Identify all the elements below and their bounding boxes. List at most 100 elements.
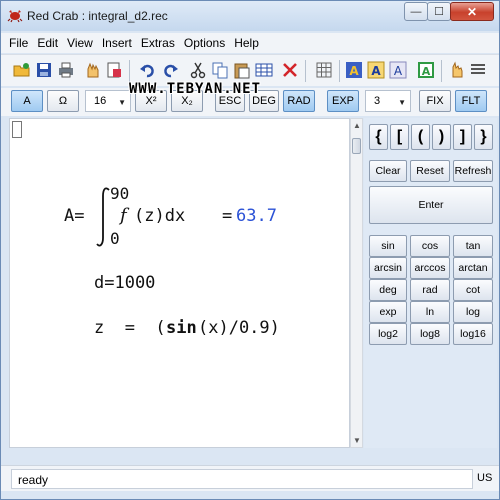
svg-text:A: A [371, 64, 381, 78]
toolbar-separator [339, 60, 340, 82]
fn-log2-button[interactable]: log2 [369, 323, 407, 345]
integral-sign [96, 187, 110, 247]
rad-button[interactable]: RAD [283, 90, 315, 112]
brace-close-button[interactable]: } [474, 124, 493, 150]
status-text: ready [11, 469, 473, 489]
menu-extras[interactable]: Extras [141, 36, 175, 50]
minimize-button[interactable]: — [404, 2, 428, 21]
fn-log16-button[interactable]: log16 [453, 323, 493, 345]
fn-arctan-button[interactable]: arctan [453, 257, 493, 279]
red-crab-app-icon [7, 10, 23, 23]
font-size-value: 16 [94, 95, 107, 107]
menu-help[interactable]: Help [234, 36, 259, 50]
text-mode-button[interactable]: A [11, 90, 43, 112]
z-assignment-end: (x)/0.9) [198, 318, 280, 338]
svg-text:A: A [349, 64, 359, 78]
font-size-select[interactable]: 16 ▼ [85, 90, 131, 112]
close-button[interactable]: ✕ [450, 2, 494, 21]
save-icon[interactable] [35, 61, 53, 79]
status-bar: ready US [1, 465, 499, 491]
scroll-down-icon[interactable]: ▼ [353, 436, 361, 445]
print-icon[interactable] [57, 61, 75, 79]
font-green-icon[interactable]: A [417, 61, 435, 79]
menu-options[interactable]: Options [184, 36, 225, 50]
fn-sin-button[interactable]: sin [369, 235, 407, 257]
font-color-icon[interactable]: A [345, 61, 363, 79]
fn-rad-button[interactable]: rad [410, 279, 450, 301]
d-assignment: d=1000 [94, 273, 156, 293]
toolbar-separator [441, 60, 442, 82]
cut-icon[interactable] [189, 61, 207, 79]
grid-icon[interactable] [315, 61, 333, 79]
bracket-open-button[interactable]: [ [390, 124, 409, 150]
reset-button[interactable]: Reset [410, 160, 450, 182]
fn-exp-button[interactable]: exp [369, 301, 407, 323]
fn-cos-button[interactable]: cos [410, 235, 450, 257]
flt-button[interactable]: FLT [455, 90, 487, 112]
brace-open-button[interactable]: { [369, 124, 388, 150]
fn-arcsin-button[interactable]: arcsin [369, 257, 407, 279]
maximize-icon: ☐ [434, 6, 444, 18]
integral-lower-limit: 0 [110, 229, 120, 248]
fn-arccos-button[interactable]: arccos [410, 257, 450, 279]
pointer-hand-icon[interactable] [447, 61, 465, 79]
app-window: Red Crab : integral_d2.rec — ☐ ✕ File Ed… [0, 0, 500, 500]
svg-text:A: A [394, 64, 403, 78]
fix-button[interactable]: FIX [419, 90, 451, 112]
toolbar-separator [129, 60, 130, 82]
delete-icon[interactable] [281, 61, 299, 79]
title-bar[interactable]: Red Crab : integral_d2.rec — ☐ ✕ [1, 1, 499, 31]
menu-edit[interactable]: Edit [37, 36, 58, 50]
maximize-button[interactable]: ☐ [427, 2, 451, 21]
calculator-panel: { [ ( ) ] } Clear Reset Refresh Enter si… [364, 118, 497, 448]
paste-icon[interactable] [233, 61, 251, 79]
keyboard-language: US [477, 472, 493, 484]
paren-close-button[interactable]: ) [432, 124, 451, 150]
integrand-args: (z)dx [134, 206, 186, 226]
minimize-icon: — [410, 5, 422, 18]
page-setup-icon[interactable] [105, 61, 123, 79]
options-menu-icon[interactable] [469, 61, 487, 79]
math-editor[interactable]: A= 90 0 f (z)dx = 63.7 d=1000 z = ( sin … [9, 118, 350, 448]
copy-icon[interactable] [211, 61, 229, 79]
fn-ln-button[interactable]: ln [410, 301, 450, 323]
watermark-text: WWW.TEBYAN.NET [129, 81, 262, 97]
bracket-close-button[interactable]: ] [453, 124, 472, 150]
menu-file[interactable]: File [9, 36, 28, 50]
greek-symbols-button[interactable]: Ω [47, 90, 79, 112]
editor-scrollbar[interactable]: ▲ ▼ [350, 118, 363, 448]
redo-icon[interactable] [161, 61, 179, 79]
fn-tan-button[interactable]: tan [453, 235, 493, 257]
paren-open-button[interactable]: ( [411, 124, 430, 150]
font-size-icon[interactable]: A [389, 61, 407, 79]
integral-equals: = [222, 206, 233, 226]
enter-button[interactable]: Enter [369, 186, 493, 224]
integral-result: 63.7 [236, 206, 277, 226]
svg-text:A: A [422, 65, 431, 78]
chevron-down-icon: ▼ [398, 98, 406, 107]
exp-button[interactable]: EXP [327, 90, 359, 112]
close-icon: ✕ [466, 4, 478, 19]
scroll-up-icon[interactable]: ▲ [353, 121, 361, 130]
menu-view[interactable]: View [67, 36, 93, 50]
fn-deg-button[interactable]: deg [369, 279, 407, 301]
clear-button[interactable]: Clear [369, 160, 407, 182]
z-sin-function: sin [166, 318, 197, 338]
open-folder-icon[interactable] [13, 61, 31, 79]
refresh-button[interactable]: Refresh [453, 160, 493, 182]
integrand-function: f [120, 205, 127, 226]
table-icon[interactable] [255, 61, 273, 79]
fn-log8-button[interactable]: log8 [410, 323, 450, 345]
fn-log-button[interactable]: log [453, 301, 493, 323]
precision-select[interactable]: 3 ▼ [365, 90, 411, 112]
fn-cot-button[interactable]: cot [453, 279, 493, 301]
precision-value: 3 [374, 95, 381, 107]
toolbar-separator [305, 60, 306, 82]
scroll-thumb[interactable] [352, 138, 361, 154]
text-cursor-box [12, 121, 22, 138]
hand-icon[interactable] [83, 61, 101, 79]
font-style-icon[interactable]: A [367, 61, 385, 79]
menu-insert[interactable]: Insert [102, 36, 132, 50]
undo-icon[interactable] [139, 61, 157, 79]
integral-upper-limit: 90 [110, 184, 130, 203]
